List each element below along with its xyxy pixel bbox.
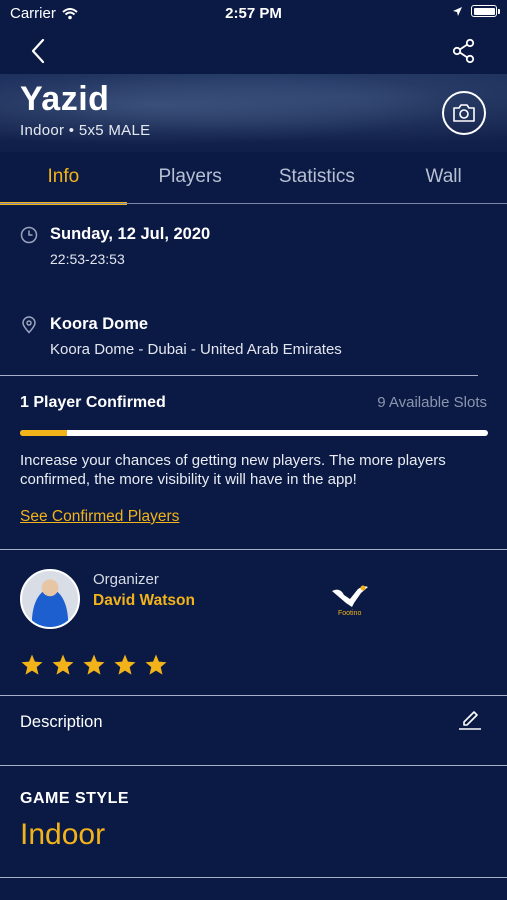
tab-info[interactable]: Info [0,152,127,205]
location-arrow-icon [453,6,462,16]
game-subtitle: Indoor • 5x5 MALE [20,122,151,139]
footino-logo-text: Footino [338,610,361,617]
star-icon [21,654,43,675]
share-icon [452,38,475,64]
star-icon [114,654,136,675]
organizer-name[interactable]: David Watson [93,592,195,610]
camera-button[interactable] [442,91,486,135]
back-icon [31,38,45,64]
game-title: Yazid [20,80,110,118]
divider [0,695,507,696]
divider [0,549,507,550]
star-icon [145,654,167,675]
tab-statistics[interactable]: Statistics [254,152,381,204]
star-icon [52,654,74,675]
game-time-range: 22:53-23:53 [50,251,125,267]
nav-bar [0,28,507,74]
clock-icon [20,226,38,244]
game-date: Sunday, 12 Jul, 2020 [50,225,211,243]
edit-icon [459,711,481,730]
tab-wall[interactable]: Wall [380,152,507,204]
game-style-value: Indoor [20,818,106,851]
tab-players[interactable]: Players [127,152,254,204]
players-confirmed-label: 1 Player Confirmed [20,394,166,411]
divider [0,877,507,878]
hero-header: Yazid Indoor • 5x5 MALE [0,74,507,152]
players-progress-bar [20,430,488,436]
game-style-label: GAME STYLE [20,790,130,807]
tab-bar: Info Players Statistics Wall [0,152,507,205]
share-button[interactable] [451,38,477,64]
organizer-role-label: Organizer [93,571,159,588]
tab-divider [0,203,507,204]
edit-description-button[interactable] [457,705,483,731]
footino-logo: Footino [332,585,368,617]
star-icon [83,654,105,675]
camera-icon [453,104,475,122]
battery-icon [471,5,500,17]
status-time: 2:57 PM [225,5,282,22]
venue-name: Koora Dome [50,315,149,333]
see-confirmed-players-link[interactable]: See Confirmed Players [20,508,179,526]
pin-icon [22,316,36,334]
status-right-group [452,5,500,17]
back-button[interactable] [24,36,54,66]
visibility-info-text: Increase your chances of getting new pla… [20,452,446,488]
status-bar: Carrier 2:57 PM [0,0,507,28]
players-progress-fill [20,430,67,436]
divider [0,375,478,376]
venue-address: Koora Dome - Dubai - United Arab Emirate… [50,341,342,358]
divider [0,765,507,766]
organizer-rating [20,653,168,677]
description-label: Description [20,713,103,731]
available-slots-label: 9 Available Slots [377,394,487,411]
organizer-avatar[interactable] [20,569,80,629]
